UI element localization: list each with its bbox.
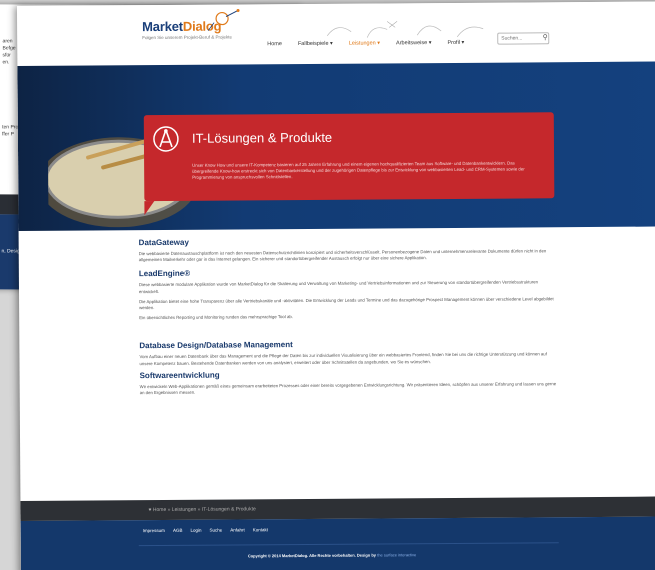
breadcrumb-separator: » bbox=[197, 506, 201, 513]
footer-link-anfahrt[interactable]: Anfahrt bbox=[230, 527, 245, 532]
section-title: DataGateway bbox=[138, 237, 189, 248]
photo-stage: aren Befge sfür en. ten Proz ffer P n, D… bbox=[0, 0, 655, 570]
nav-item-home[interactable]: Home bbox=[267, 41, 282, 47]
breadcrumb-current: IT-Lösungen & Produkte bbox=[201, 506, 256, 513]
page-intro-text: Unser Know How und unsere IT-Kompetenz b… bbox=[192, 160, 525, 181]
site-logo[interactable]: MarketDialog Folgen Sie unserem Projekt-… bbox=[142, 8, 240, 41]
section-paragraph: Ein übersichtliches Reporting und Monito… bbox=[139, 314, 293, 321]
footer-divider bbox=[138, 542, 559, 547]
nav-item-leistungen[interactable]: Leistungen ▾ bbox=[349, 40, 380, 46]
nav-sketch-decoration-icon bbox=[326, 21, 484, 38]
site-footer: Impressum AGB Login Suche Anfahrt Kontak… bbox=[20, 516, 655, 570]
footer-link-impressum[interactable]: Impressum bbox=[143, 528, 165, 533]
section-softwareentwicklung: Softwareentwicklung Wir entwickeln Web-A… bbox=[140, 368, 560, 396]
page-title: IT-Lösungen & Produkte bbox=[191, 129, 333, 146]
section-database-design: Database Design/Database Management Vom … bbox=[139, 339, 559, 367]
section-paragraph: Vom Aufbau einer neuen Datenbank über da… bbox=[139, 351, 547, 366]
section-paragraph: Die webbasierte Datenaustauschplattform … bbox=[138, 248, 547, 263]
main-navigation: Home Fallbeispiele ▾ Leistungen ▾ Arbeit… bbox=[267, 40, 464, 47]
section-paragraph: Die Applikation bietet eine hohe Transpa… bbox=[139, 296, 554, 311]
main-content: DataGateway Die webbasierte Datenaustaus… bbox=[139, 235, 560, 400]
section-datagateway: DataGateway Die webbasierte Datenaustaus… bbox=[139, 235, 559, 263]
footer-link-kontakt[interactable]: Kontakt bbox=[253, 527, 268, 532]
section-leadengine: LeadEngine® Diese webbasierte modulare A… bbox=[139, 267, 559, 322]
breadcrumb-separator: » bbox=[167, 506, 171, 513]
home-icon[interactable]: ♥ bbox=[149, 507, 152, 513]
section-title: Database Design/Database Management bbox=[139, 340, 293, 351]
section-title: Softwareentwicklung bbox=[139, 370, 220, 380]
section-title: LeadEngine® bbox=[138, 269, 191, 279]
footer-link-login[interactable]: Login bbox=[190, 528, 201, 533]
logo-decoration-icon bbox=[207, 8, 240, 31]
nav-item-profil[interactable]: Profil ▾ bbox=[447, 40, 464, 46]
page-title-banner: IT-Lösungen & Produkte Unser Know How un… bbox=[143, 112, 555, 202]
designer-link[interactable]: the surface interactive bbox=[377, 552, 416, 557]
search-icon[interactable]: ⚲ bbox=[540, 33, 550, 43]
website-page: MarketDialog Folgen Sie unserem Projekt-… bbox=[17, 1, 655, 570]
site-header: MarketDialog Folgen Sie unserem Projekt-… bbox=[17, 1, 655, 66]
breadcrumb: ♥ Home » Leistungen » IT-Lösungen & Prod… bbox=[149, 506, 256, 513]
footer-link-agb[interactable]: AGB bbox=[173, 528, 183, 533]
breadcrumb-leistungen[interactable]: Leistungen bbox=[172, 507, 197, 513]
section-paragraph: Wir entwickeln Web-Applikationen gemäß e… bbox=[139, 381, 557, 396]
nav-item-fallbeispiele[interactable]: Fallbeispiele ▾ bbox=[298, 41, 333, 47]
copyright-text: Copyright © 2014 MarketDialog. Alle Rech… bbox=[247, 552, 417, 559]
logo-tagline: Folgen Sie unserem Projekt-Beruf & Proje… bbox=[142, 34, 233, 41]
compass-tool-icon bbox=[153, 126, 179, 152]
section-paragraph: Diese webbasierte modulare Applikation w… bbox=[138, 279, 539, 294]
footer-links: Impressum AGB Login Suche Anfahrt Kontak… bbox=[143, 527, 268, 533]
footer-link-suche[interactable]: Suche bbox=[209, 528, 222, 533]
nav-item-arbeitsweise[interactable]: Arbeitsweise ▾ bbox=[396, 40, 432, 46]
breadcrumb-home[interactable]: Home bbox=[153, 507, 166, 513]
